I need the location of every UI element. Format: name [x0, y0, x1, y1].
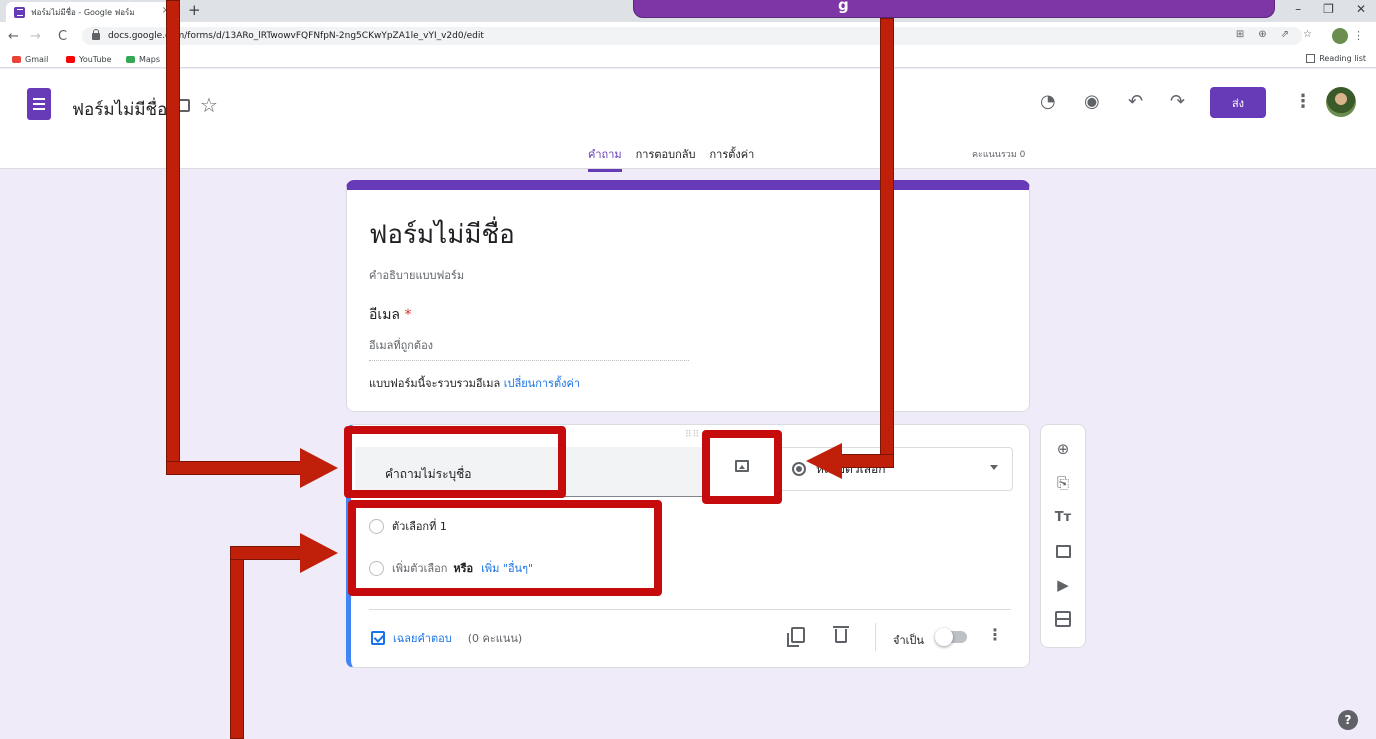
form-description[interactable]: คำอธิบายแบบฟอร์ม	[369, 266, 464, 284]
side-toolbar: ⊕ ⎘ Tт ▶	[1040, 424, 1086, 648]
maps-icon	[126, 56, 135, 63]
highlight-options	[348, 500, 662, 596]
undo-icon[interactable]: ↶	[1128, 91, 1143, 112]
total-score: คะแนนรวม 0	[972, 150, 1026, 160]
close-window-button[interactable]: ✕	[1356, 2, 1366, 16]
points-label: (0 คะแนน)	[467, 632, 523, 645]
add-section-icon[interactable]	[1053, 609, 1073, 629]
redo-icon[interactable]: ↷	[1170, 91, 1185, 112]
restore-button[interactable]: ❐	[1323, 2, 1334, 16]
zoom-icon[interactable]: ⊕	[1258, 29, 1266, 40]
annotation-callout-text: g	[838, 0, 849, 14]
back-button[interactable]: ←	[8, 29, 19, 44]
reading-list-icon	[1306, 54, 1316, 63]
browser-menu-icon[interactable]: ⋮	[1353, 29, 1364, 42]
palette-icon[interactable]: ◔	[1040, 91, 1056, 112]
forward-button[interactable]: →	[30, 29, 41, 44]
question-more-icon[interactable]: ⋮	[987, 625, 1003, 644]
drag-handle[interactable]: ⠿⠿	[685, 430, 700, 440]
star-icon[interactable]: ☆	[200, 93, 218, 117]
browser-tab[interactable]: ฟอร์มไม่มีชื่อ - Google ฟอร์ม ×	[6, 2, 178, 22]
answer-key-button[interactable]: เฉลยคำตอบ (0 คะแนน)	[371, 629, 522, 647]
send-button[interactable]: ส่ง	[1210, 87, 1266, 118]
duplicate-icon[interactable]	[787, 627, 805, 647]
required-toggle[interactable]	[935, 628, 967, 646]
annotation-arrowhead	[300, 448, 338, 488]
annotation-arrow	[880, 18, 894, 468]
add-question-icon[interactable]: ⊕	[1053, 439, 1073, 459]
forms-header: ฟอร์มไม่มีชื่อ ☆ ◔ ◉ ↶ ↷ ส่ง ⋮ คำถาม การ…	[0, 69, 1376, 172]
address-bar: ← → C docs.google.com/forms/d/13ARo_lRTw…	[0, 22, 1376, 53]
reading-list-button[interactable]: Reading list	[1306, 54, 1366, 63]
bookmarks-bar: Gmail YouTube Maps Reading list	[0, 53, 1376, 68]
window-controls: – ❐ ✕	[1295, 2, 1366, 16]
gmail-icon	[12, 56, 21, 63]
document-title[interactable]: ฟอร์มไม่มีชื่อ	[72, 96, 167, 123]
add-title-icon[interactable]: Tт	[1053, 507, 1073, 527]
browser-profile-avatar[interactable]	[1332, 28, 1348, 44]
bookmark-star-icon[interactable]: ☆	[1303, 29, 1312, 40]
answer-key-icon	[371, 631, 385, 645]
minimize-button[interactable]: –	[1295, 2, 1301, 16]
add-image-icon[interactable]	[1053, 541, 1073, 561]
annotation-callout	[633, 0, 1275, 18]
bookmark-gmail[interactable]: Gmail	[12, 55, 48, 64]
annotation-arrowhead	[300, 533, 338, 573]
annotation-arrow	[166, 461, 306, 475]
required-label: จำเป็น	[893, 634, 924, 647]
annotation-arrow	[840, 454, 894, 468]
tab-questions[interactable]: คำถาม	[588, 145, 622, 172]
highlight-question-title	[344, 426, 566, 498]
annotation-arrow	[230, 546, 244, 739]
bookmark-youtube[interactable]: YouTube	[66, 55, 112, 64]
required-star: *	[404, 307, 412, 323]
chevron-down-icon	[990, 465, 998, 470]
translate-icon[interactable]: ⊞	[1236, 29, 1244, 40]
email-field: อีเมลที่ถูกต้อง	[369, 336, 689, 361]
more-options-icon[interactable]: ⋮	[1294, 91, 1312, 112]
preview-eye-icon[interactable]: ◉	[1084, 91, 1100, 112]
import-questions-icon[interactable]: ⎘	[1053, 473, 1073, 493]
annotation-arrow	[166, 0, 180, 475]
add-video-icon[interactable]: ▶	[1053, 575, 1073, 595]
tab-title: ฟอร์มไม่มีชื่อ - Google ฟอร์ม	[31, 7, 135, 17]
divider	[369, 609, 1011, 610]
lock-icon	[92, 28, 100, 40]
highlight-image-button	[702, 430, 782, 504]
annotation-arrow	[230, 546, 306, 560]
share-icon[interactable]: ⇗	[1281, 29, 1289, 40]
change-settings-link[interactable]: เปลี่ยนการตั้งค่า	[504, 377, 580, 390]
form-title[interactable]: ฟอร์มไม่มีชื่อ	[369, 214, 515, 255]
radio-button-icon	[792, 462, 806, 476]
form-title-card[interactable]: ฟอร์มไม่มีชื่อ คำอธิบายแบบฟอร์ม อีเมล * …	[346, 180, 1030, 412]
bookmark-maps[interactable]: Maps	[126, 55, 160, 64]
url-text: docs.google.com/forms/d/13ARo_lRTwowvFQF…	[108, 31, 484, 41]
new-tab-button[interactable]: +	[188, 1, 201, 19]
youtube-icon	[66, 56, 75, 63]
reload-button[interactable]: C	[58, 29, 67, 44]
form-tabs: คำถาม การตอบกลับ การตั้งค่า	[588, 145, 754, 172]
tab-responses[interactable]: การตอบกลับ	[636, 145, 696, 172]
tab-settings[interactable]: การตั้งค่า	[710, 145, 755, 172]
address-bar-icons: ⊞ ⊕ ⇗ ☆	[1236, 29, 1312, 40]
forms-logo-icon[interactable]	[27, 88, 51, 120]
help-icon[interactable]: ?	[1338, 710, 1358, 730]
forms-favicon-icon	[14, 6, 25, 18]
url-field[interactable]: docs.google.com/forms/d/13ARo_lRTwowvFQF…	[82, 27, 1302, 45]
annotation-arrowhead	[806, 443, 842, 479]
divider	[875, 623, 876, 651]
delete-icon[interactable]	[833, 626, 849, 643]
email-question-label: อีเมล *	[369, 307, 412, 323]
collect-email-note: แบบฟอร์มนี้จะรวบรวมอีเมล เปลี่ยนการตั้งค…	[369, 377, 580, 390]
avatar[interactable]	[1326, 87, 1356, 117]
